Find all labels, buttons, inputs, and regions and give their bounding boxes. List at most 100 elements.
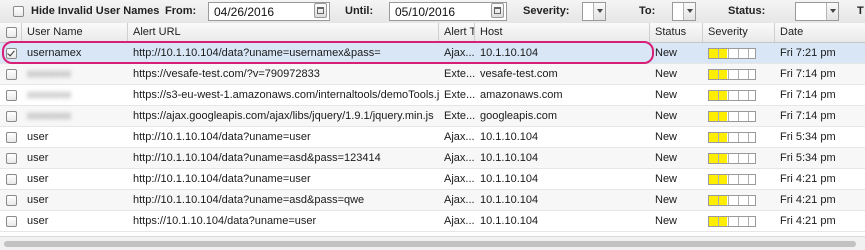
table-row[interactable]: xxxxxxxx https://ajax.googleapis.com/ajax… <box>0 106 865 127</box>
severity-fill <box>709 133 728 142</box>
row-checkbox[interactable] <box>6 111 17 122</box>
severity-cell <box>703 106 775 126</box>
alert-type-cell: Ajax... <box>444 215 475 227</box>
alert-url-cell: http://10.1.10.104/data?uname=usernamex&… <box>133 47 381 59</box>
user-name: user <box>27 173 49 185</box>
table-row[interactable]: user http://10.1.10.104/data?uname=asd&pa… <box>0 190 865 211</box>
host-cell: 10.1.10.104 <box>480 47 539 59</box>
until-date-input[interactable]: 05/10/2016 <box>389 2 507 21</box>
severity-to-select[interactable] <box>672 2 696 21</box>
user-name-cell: user <box>22 127 128 147</box>
row-checkbox[interactable] <box>6 153 17 164</box>
severity-bar <box>708 90 756 101</box>
select-all-checkbox[interactable] <box>6 27 17 38</box>
header-checkbox-cell <box>0 23 22 42</box>
row-checkbox[interactable] <box>6 48 17 59</box>
host-cell: vesafe-test.com <box>480 68 558 80</box>
alerts-grid: User Name Alert URL Alert Ty Host Status… <box>0 23 865 236</box>
table-row[interactable]: xxxxxxxx https://s3-eu-west-1.amazonaws.c… <box>0 85 865 106</box>
host-cell: 10.1.10.104 <box>480 194 539 206</box>
row-checkbox-cell <box>0 85 22 105</box>
row-checkbox-cell <box>0 127 22 147</box>
host-cell: amazonaws.com <box>480 89 563 101</box>
severity-fill <box>709 196 728 205</box>
status-cell: New <box>655 215 678 227</box>
grid-header: User Name Alert URL Alert Ty Host Status… <box>0 23 865 43</box>
table-row[interactable]: xxxxxxxx https://vesafe-test.com/?v=79097… <box>0 64 865 85</box>
from-calendar-icon[interactable] <box>314 3 327 18</box>
date-cell: Fri 7:14 pm <box>780 110 836 122</box>
column-header-severity[interactable]: Severity <box>703 23 775 42</box>
alert-url-cell: http://10.1.10.104/data?uname=user <box>133 173 311 185</box>
severity-cell <box>703 43 775 63</box>
scrollbar-thumb[interactable] <box>4 241 856 247</box>
row-checkbox[interactable] <box>6 132 17 143</box>
chevron-down-icon <box>683 3 695 20</box>
date-cell: Fri 4:21 pm <box>780 173 836 185</box>
status-cell: New <box>655 47 678 59</box>
row-checkbox-cell <box>0 106 22 126</box>
table-row[interactable]: user https://10.1.10.104/data?uname=user A… <box>0 211 865 232</box>
column-header-url[interactable]: Alert URL <box>128 23 439 42</box>
severity-bar <box>708 48 756 59</box>
user-name: user <box>27 194 49 206</box>
from-date-input[interactable]: 04/26/2016 <box>208 2 330 21</box>
user-name-cell: user <box>22 169 128 189</box>
hide-invalid-checkbox[interactable] <box>13 6 24 17</box>
from-label: From: <box>165 5 197 17</box>
table-row[interactable]: usernamex http://10.1.10.104/data?uname=u… <box>0 43 865 64</box>
trailing-label: T <box>857 5 864 17</box>
host-cell: googleapis.com <box>480 110 558 122</box>
hide-invalid-label: Hide Invalid User Names <box>31 5 160 17</box>
alert-type-cell: Ajax... <box>444 47 475 59</box>
row-checkbox[interactable] <box>6 90 17 101</box>
alert-url-cell: https://vesafe-test.com/?v=790972833 <box>133 68 320 80</box>
table-row[interactable]: user http://10.1.10.104/data?uname=user Aj… <box>0 127 865 148</box>
severity-cell <box>703 169 775 189</box>
host-cell: 10.1.10.104 <box>480 131 539 143</box>
alert-type-cell: Ajax... <box>444 173 475 185</box>
alert-url-cell: http://10.1.10.104/data?uname=asd&pass=1… <box>133 152 381 164</box>
status-cell: New <box>655 89 678 101</box>
alert-type-cell: Exte... <box>444 89 475 101</box>
horizontal-scrollbar[interactable] <box>0 236 865 250</box>
alert-type-cell: Ajax... <box>444 152 475 164</box>
status-cell: New <box>655 152 678 164</box>
date-cell: Fri 7:21 pm <box>780 47 836 59</box>
severity-cell <box>703 64 775 84</box>
user-name-cell: xxxxxxxx <box>22 64 128 84</box>
filter-toolbar: Hide Invalid User Names From: 04/26/2016… <box>0 0 865 24</box>
severity-bar <box>708 132 756 143</box>
column-header-type[interactable]: Alert Ty <box>439 23 475 42</box>
severity-fill <box>709 217 728 226</box>
severity-from-select[interactable] <box>582 2 606 21</box>
severity-bar <box>708 216 756 227</box>
status-select[interactable] <box>795 2 839 21</box>
user-name: user <box>27 131 49 143</box>
table-row[interactable]: user http://10.1.10.104/data?uname=asd&pa… <box>0 148 865 169</box>
column-header-host[interactable]: Host <box>475 23 650 42</box>
user-name: xxxxxxxx <box>27 68 71 80</box>
row-checkbox[interactable] <box>6 195 17 206</box>
table-row[interactable]: user http://10.1.10.104/data?uname=user Aj… <box>0 169 865 190</box>
column-header-status[interactable]: Status <box>650 23 703 42</box>
severity-fill <box>709 112 728 121</box>
column-header-user[interactable]: User Name <box>22 23 128 42</box>
row-checkbox[interactable] <box>6 174 17 185</box>
user-name: xxxxxxxx <box>27 110 71 122</box>
user-name: usernamex <box>27 47 82 59</box>
severity-cell <box>703 190 775 210</box>
date-cell: Fri 7:14 pm <box>780 68 836 80</box>
date-cell: Fri 5:34 pm <box>780 152 836 164</box>
host-cell: 10.1.10.104 <box>480 152 539 164</box>
row-checkbox-cell <box>0 169 22 189</box>
column-header-date[interactable]: Date <box>775 23 865 42</box>
row-checkbox[interactable] <box>6 69 17 80</box>
until-calendar-icon[interactable] <box>491 3 504 18</box>
row-checkbox[interactable] <box>6 216 17 227</box>
row-checkbox-cell <box>0 64 22 84</box>
alert-type-cell: Exte... <box>444 110 475 122</box>
status-cell: New <box>655 68 678 80</box>
user-name-cell: xxxxxxxx <box>22 85 128 105</box>
severity-label: Severity: <box>523 5 570 17</box>
